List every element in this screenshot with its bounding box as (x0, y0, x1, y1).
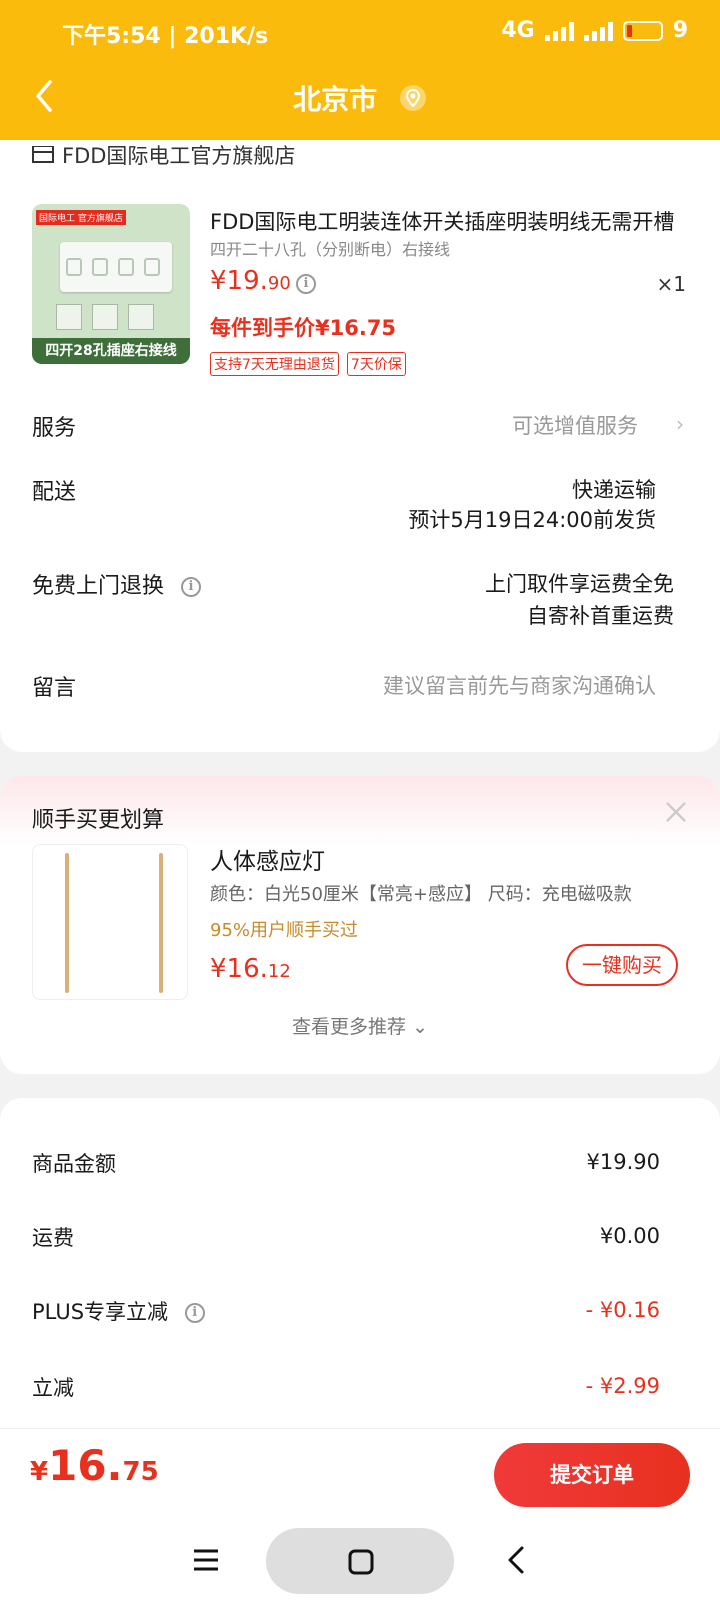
status-time: 下午5:54 | 201K/s (62, 24, 269, 49)
socket-panel (60, 242, 172, 292)
recommend-card: 顺手买更划算 人体感应灯 颜色：白光50厘米【常亮+感应】 尺码：充电磁吸款 9… (0, 776, 720, 1074)
status-bar: 下午5:54 | 201K/s 4G 9 (0, 16, 720, 52)
fee-value-discount: - ¥2.99 (585, 1374, 660, 1398)
delivery-method: 快递运输 (572, 478, 656, 502)
product-tags: 支持7天无理由退货 7天价保 (210, 352, 406, 376)
signal-icon-2 (583, 21, 613, 41)
store-icon (32, 146, 54, 163)
service-label: 服务 (32, 416, 77, 441)
fee-label-goods: 商品金额 (32, 1152, 116, 1176)
quantity: ×1 (656, 272, 686, 296)
fee-value-goods: ¥19.90 (586, 1150, 660, 1174)
product-image[interactable]: 国际电工 官方旗舰店 四开28孔插座右接线 (32, 204, 190, 364)
recommend-price: ¥16.12 (210, 954, 291, 984)
delivery-label: 配送 (32, 480, 77, 505)
rec-price-int: ¥16. (210, 954, 268, 984)
rec-price-dec: 12 (267, 961, 291, 982)
price-info-icon[interactable]: i (296, 274, 316, 294)
fee-label-plus: PLUS专享立减 i (32, 1296, 205, 1326)
chevron-right-icon[interactable]: › (676, 412, 684, 436)
store-name: FDD国际电工官方旗舰店 (62, 144, 296, 168)
header: 下午5:54 | 201K/s 4G 9 北京市 (0, 0, 720, 140)
system-nav-bar (0, 1520, 720, 1600)
recommend-spec: 颜色：白光50厘米【常亮+感应】 尺码：充电磁吸款 (210, 884, 632, 905)
menu-icon[interactable] (188, 1542, 224, 1578)
service-value[interactable]: 可选增值服务 (512, 410, 638, 442)
more-recommend-link[interactable]: 查看更多推荐 ⌄ (0, 1012, 720, 1039)
signal-icon (544, 21, 574, 41)
network-label: 4G (501, 18, 535, 43)
total-price: ¥16.75 (30, 1441, 159, 1490)
home-button[interactable] (266, 1528, 454, 1594)
close-icon[interactable] (664, 800, 688, 824)
fee-card: 商品金额 ¥19.90 运费 ¥0.00 PLUS专享立减 i - ¥0.16 … (0, 1098, 720, 1428)
order-card: FDD国际电工官方旗舰店 国际电工 官方旗舰店 四开28孔插座右接线 FDD国际… (0, 140, 720, 752)
recommend-image[interactable] (32, 844, 188, 1000)
total-dec: 75 (122, 1457, 159, 1487)
free-return-label: 免费上门退换 i (32, 568, 202, 600)
delivery-eta: 预计5月19日24:00前发货 (408, 508, 656, 532)
battery-level: 9 (672, 18, 688, 43)
recommend-title: 顺手买更划算 (32, 808, 165, 833)
recommend-name[interactable]: 人体感应灯 (210, 842, 325, 876)
fee-label-discount: 立减 (32, 1376, 74, 1400)
chevron-down-icon: ⌄ (412, 1016, 428, 1038)
fee-label-shipping: 运费 (32, 1226, 74, 1250)
fee-value-plus: - ¥0.16 (585, 1298, 660, 1322)
status-icons: 4G 9 (501, 18, 688, 43)
free-return-text: 免费上门退换 (32, 574, 165, 599)
home-icon (348, 1549, 374, 1575)
free-return-value-1: 上门取件享运费全免 (485, 572, 674, 596)
bottom-bar: ¥16.75 提交订单 (0, 1428, 720, 1520)
tag-price-protect: 7天价保 (346, 352, 406, 376)
message-input[interactable]: 建议留言前先与商家沟通确认 (383, 670, 656, 702)
recommend-social-proof: 95%用户顺手买过 (210, 920, 359, 941)
info-icon[interactable]: i (181, 577, 202, 597)
free-return-value-2: 自寄补首重运费 (527, 604, 674, 628)
submit-order-button[interactable]: 提交订单 (494, 1443, 690, 1507)
one-click-buy-button[interactable]: 一键购买 (566, 944, 678, 986)
battery-icon (622, 20, 663, 41)
final-price: 每件到手价¥16.75 (210, 316, 397, 340)
product-price: ¥19.90 (210, 266, 291, 296)
message-label: 留言 (32, 676, 77, 701)
price-int: ¥19. (210, 266, 268, 296)
info-icon[interactable]: i (184, 1303, 205, 1323)
store-row[interactable]: FDD国际电工官方旗舰店 (32, 140, 295, 170)
image-caption: 四开28孔插座右接线 (32, 338, 190, 364)
location-icon (399, 84, 427, 112)
fee-plus-text: PLUS专享立减 (32, 1300, 169, 1324)
product-title[interactable]: FDD国际电工明装连体开关插座明装明线无需开槽 (210, 206, 686, 236)
system-back-icon[interactable] (502, 1540, 532, 1580)
image-brand-tag: 国际电工 官方旗舰店 (36, 210, 126, 225)
page-title[interactable]: 北京市 (0, 78, 720, 118)
product-spec: 四开二十八孔（分别断电）右接线 (210, 240, 451, 259)
price-dec: 90 (267, 273, 291, 294)
tag-return: 支持7天无理由退货 (210, 352, 339, 376)
city-label: 北京市 (293, 83, 378, 116)
socket-tiles (56, 304, 154, 330)
more-label: 查看更多推荐 (292, 1016, 407, 1038)
fee-value-shipping: ¥0.00 (599, 1224, 660, 1248)
total-currency: ¥ (30, 1457, 49, 1487)
total-int: 16. (48, 1441, 123, 1490)
